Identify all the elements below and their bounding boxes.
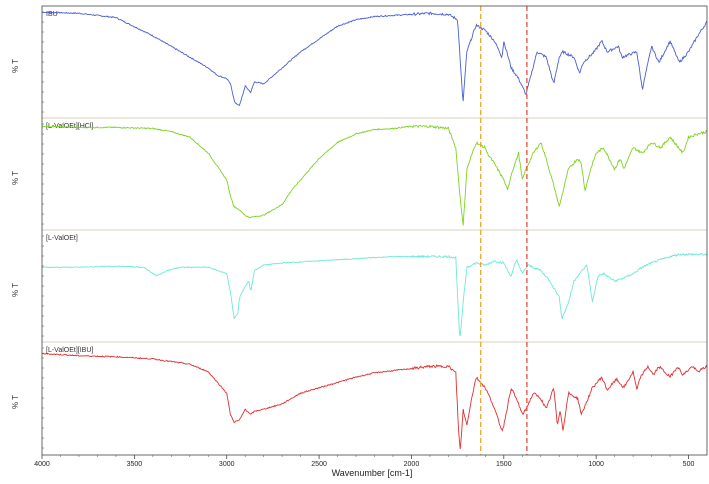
x-tick-label: 1000 [588, 461, 604, 468]
x-tick-label: 3500 [127, 461, 143, 468]
spectrum-panel: IBU% T [11, 11, 708, 119]
y-axis-label: % T [11, 59, 20, 73]
spectrum-panel: [L-ValOEt] % T [11, 235, 708, 343]
spectrum-line [41, 124, 708, 226]
y-axis-label: % T [11, 171, 20, 185]
spectra-panels: IBU% T[L-ValOEt][HCl]% T[L-ValOEt]% T[L-… [11, 11, 708, 449]
x-tick-label: 2500 [311, 461, 327, 468]
ir-spectra-figure: IBU% T[L-ValOEt][HCl]% T[L-ValOEt]% T[L-… [11, 5, 708, 478]
x-axis: 4000 3500 3000 2500 2000 1500 1000 500 [34, 455, 694, 468]
y-axis-label: % T [11, 395, 20, 409]
x-axis-label: Wavenumber [cm-1] [332, 468, 413, 478]
x-tick-label: 2000 [404, 461, 420, 468]
spectrum-line [41, 252, 708, 336]
y-axis-label: % T [11, 283, 20, 297]
series-name-label: [L-ValOEt][IBU] [46, 347, 93, 354]
spectrum-line [41, 352, 708, 449]
x-tick-label: 500 [683, 461, 695, 468]
x-tick-label: 3000 [219, 461, 235, 468]
x-tick-label: 1500 [496, 461, 512, 468]
x-tick-label: 4000 [34, 461, 50, 468]
spectrum-line [42, 11, 708, 107]
series-name-label: [L-ValOEt] [46, 235, 78, 242]
spectrum-panel: [L-ValOEt][HCl]% T [11, 123, 708, 231]
spectrum-panel: [L-ValOEt][IBU] % T [11, 347, 708, 449]
